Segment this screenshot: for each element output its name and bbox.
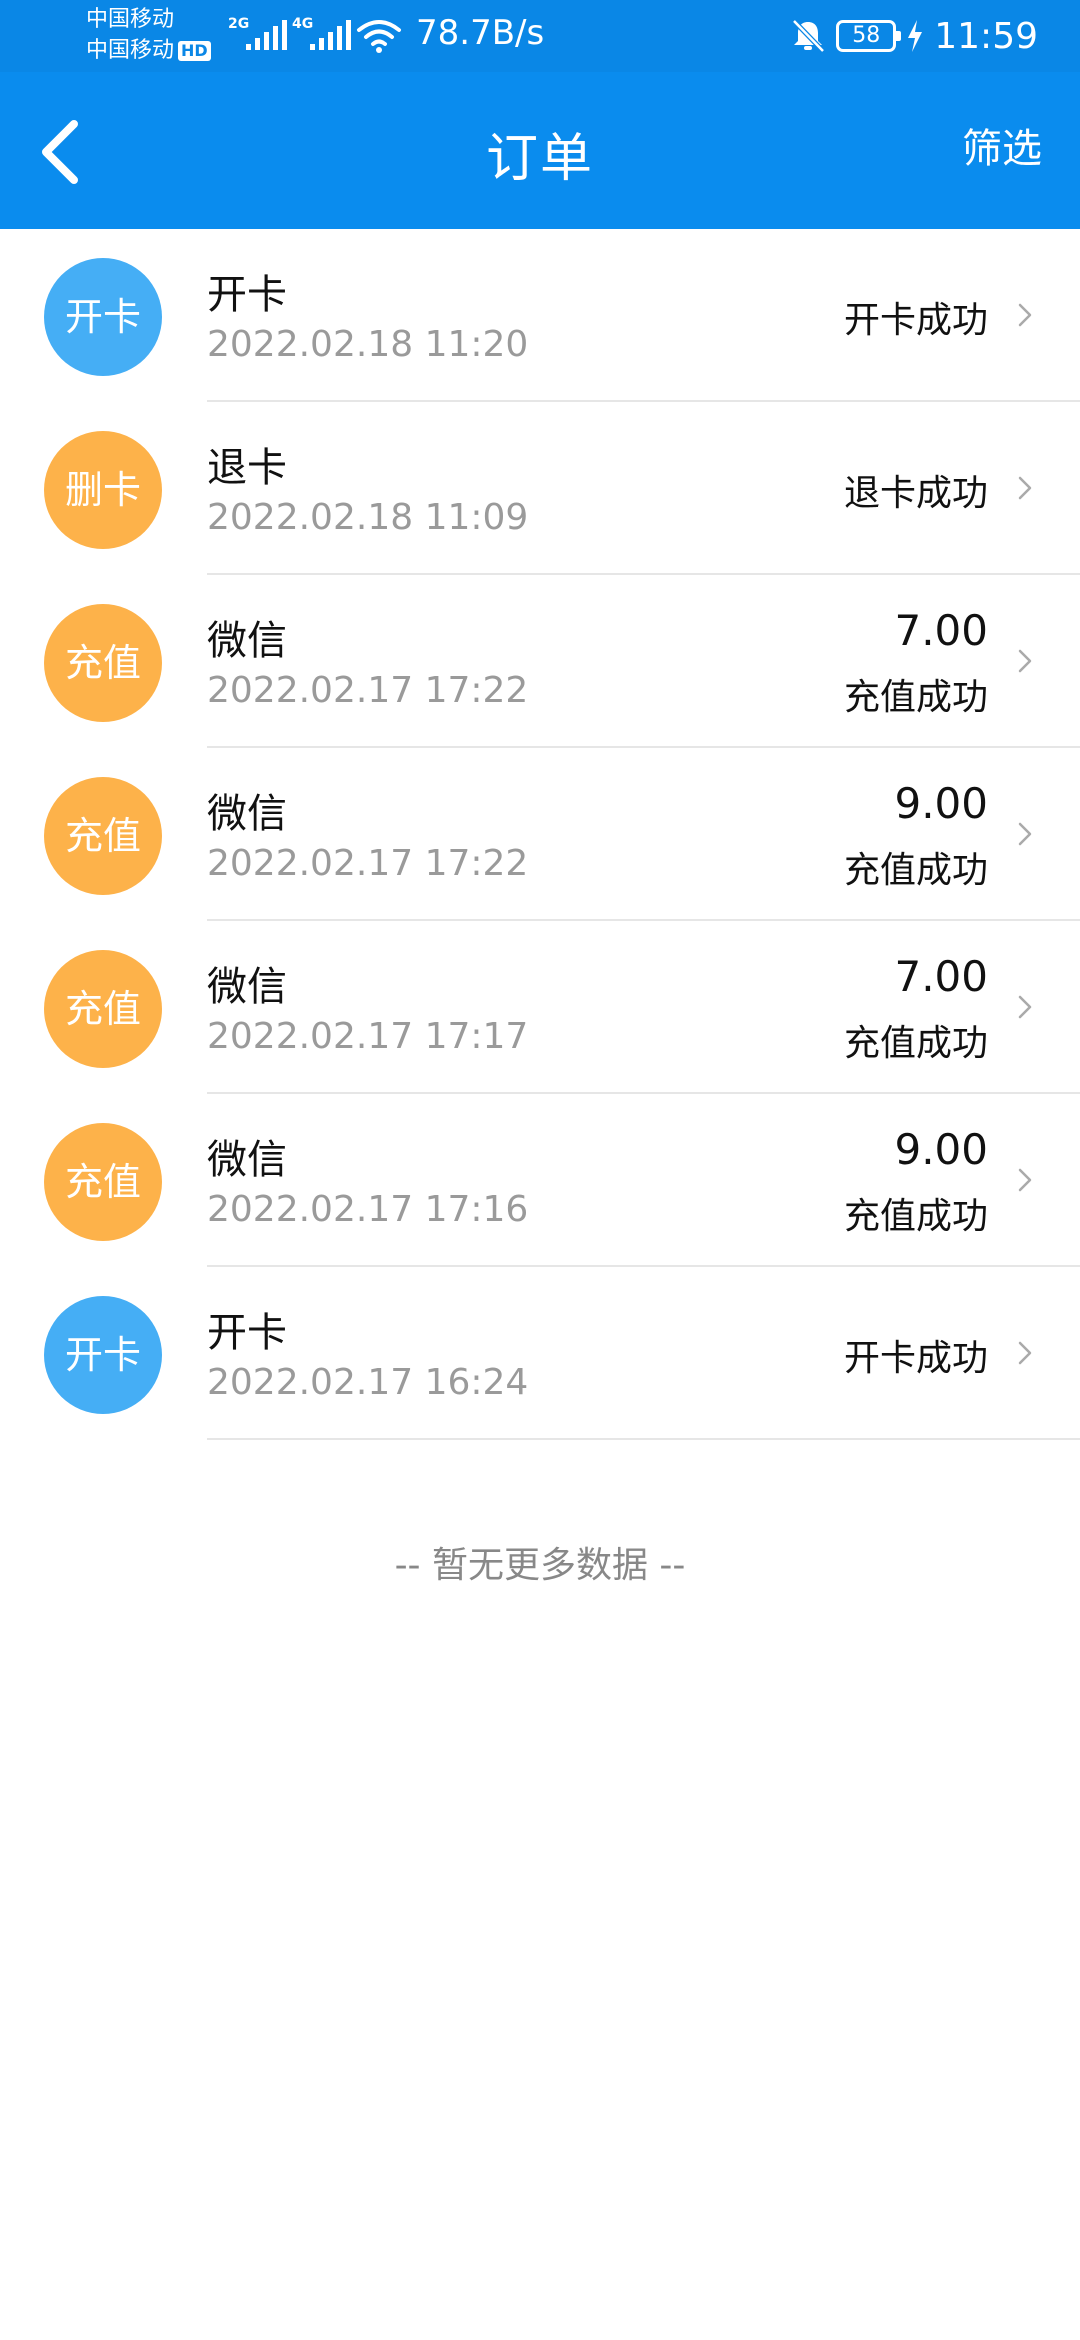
carrier-1: 中国移动 [86,7,175,32]
battery-level: 58 [852,23,881,48]
network-speed: 78.7B/s [416,13,545,53]
order-time: 2022.02.17 17:16 [207,1189,529,1230]
order-time: 2022.02.17 17:22 [207,670,529,711]
order-type-badge: 充值 [44,604,162,722]
order-list: 开卡 开卡 2022.02.18 11:20 开卡成功 删卡 退卡 2022.0… [0,229,1080,1440]
order-type-badge: 开卡 [44,258,162,376]
order-time: 2022.02.18 11:20 [207,324,529,365]
order-time: 2022.02.18 11:09 [207,497,529,538]
clock: 11:59 [934,15,1038,57]
chevron-right-icon [1018,822,1032,846]
hd-badge: HD [178,41,211,61]
page-title: 订单 [485,129,594,189]
order-status: 开卡成功 [843,300,988,341]
chevron-right-icon [1018,995,1032,1019]
row-divider [207,1438,1080,1440]
order-amount: 9.00 [894,1125,988,1174]
status-bar: 中国移动 中国移动 HD 2G 4G 78.7B/s 58 11:59 [0,0,1080,72]
battery-indicator: 58 [836,20,902,52]
order-amount: 7.00 [894,606,988,655]
chevron-right-icon [1018,476,1032,500]
charging-icon [908,20,923,52]
app-bar: 订单 筛选 [0,72,1080,229]
chevron-right-icon [1018,1341,1032,1365]
order-type-badge: 开卡 [44,1296,162,1414]
order-title: 退卡 [207,445,287,491]
bell-muted-icon [792,19,826,53]
order-status: 充值成功 [843,1023,988,1064]
order-row[interactable]: 充值 微信 2022.02.17 17:22 7.00 充值成功 [0,575,1080,748]
order-row[interactable]: 充值 微信 2022.02.17 17:16 9.00 充值成功 [0,1094,1080,1267]
order-row[interactable]: 开卡 开卡 2022.02.17 16:24 开卡成功 [0,1267,1080,1440]
order-type-badge: 删卡 [44,431,162,549]
order-row[interactable]: 删卡 退卡 2022.02.18 11:09 退卡成功 [0,402,1080,575]
order-type-badge: 充值 [44,1123,162,1241]
order-title: 微信 [207,964,287,1010]
order-title: 开卡 [207,272,287,318]
no-more-data-text: -- 暂无更多数据 -- [394,1545,686,1586]
order-type-badge: 充值 [44,950,162,1068]
chevron-right-icon [1018,303,1032,327]
order-row[interactable]: 充值 微信 2022.02.17 17:22 9.00 充值成功 [0,748,1080,921]
order-status: 退卡成功 [843,473,988,514]
chevron-right-icon [1018,649,1032,673]
order-title: 微信 [207,791,287,837]
order-type-badge: 充值 [44,777,162,895]
order-time: 2022.02.17 17:22 [207,843,529,884]
wifi-icon [357,20,401,53]
right-status-group: 58 11:59 [790,13,1038,59]
order-row[interactable]: 开卡 开卡 2022.02.18 11:20 开卡成功 [0,229,1080,402]
order-time: 2022.02.17 16:24 [207,1362,529,1403]
chevron-right-icon [1018,1168,1032,1192]
order-status: 充值成功 [843,850,988,891]
carrier-info: 中国移动 中国移动 HD [86,4,211,66]
order-title: 微信 [207,618,287,664]
order-status: 充值成功 [843,677,988,718]
carrier-2: 中国移动 [86,38,175,63]
order-status: 开卡成功 [843,1338,988,1379]
filter-button[interactable]: 筛选 [962,116,1042,174]
order-amount: 7.00 [894,952,988,1001]
order-amount: 9.00 [894,779,988,828]
order-row[interactable]: 充值 微信 2022.02.17 17:17 7.00 充值成功 [0,921,1080,1094]
order-time: 2022.02.17 17:17 [207,1016,529,1057]
order-title: 微信 [207,1137,287,1183]
order-status: 充值成功 [843,1196,988,1237]
carrier-2-line: 中国移动 HD [86,35,211,66]
order-title: 开卡 [207,1310,287,1356]
